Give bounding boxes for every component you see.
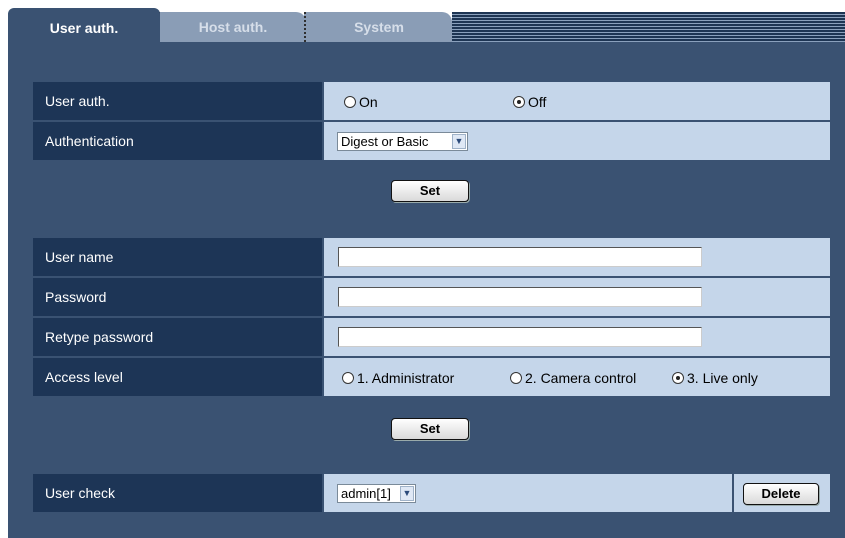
user-check-select[interactable]: admin[1] ▼ (337, 484, 416, 503)
tab-host-auth[interactable]: Host auth. (158, 12, 306, 42)
radio-off-icon (344, 96, 356, 108)
user-auth-on-label: On (359, 94, 378, 110)
user-check-value-cell: admin[1] ▼ (324, 474, 732, 512)
access-level-label: Access level (33, 358, 322, 396)
chevron-down-icon: ▼ (452, 134, 466, 149)
access-level-row: Access level 1. Administrator 2. Camera … (33, 358, 830, 396)
tab-system[interactable]: System (304, 12, 452, 42)
set-button-user[interactable]: Set (391, 418, 469, 440)
chevron-down-icon: ▼ (400, 486, 414, 501)
retype-password-row: Retype password (33, 318, 830, 356)
settings-frame: User auth. Host auth. System User auth. … (0, 0, 845, 538)
authentication-label: Authentication (33, 122, 322, 160)
user-check-label: User check (33, 474, 322, 512)
password-label: Password (33, 278, 322, 316)
retype-password-input[interactable] (338, 327, 702, 347)
radio-off-icon (342, 372, 354, 384)
access-level-live-only-radio[interactable]: 3. Live only (672, 370, 758, 386)
authentication-selected-value: Digest or Basic (341, 134, 429, 149)
password-input[interactable] (338, 287, 702, 307)
tab-user-auth[interactable]: User auth. (8, 8, 160, 44)
user-name-value-cell (324, 238, 830, 276)
retype-password-label: Retype password (33, 318, 322, 356)
authentication-row: Authentication Digest or Basic ▼ (33, 122, 830, 160)
access-level-value-cell: 1. Administrator 2. Camera control 3. Li… (324, 358, 830, 396)
authentication-value-cell: Digest or Basic ▼ (324, 122, 830, 160)
access-level-camera-control-radio[interactable]: 2. Camera control (510, 370, 636, 386)
tab-strip: User auth. Host auth. System (0, 0, 845, 44)
user-check-selected-value: admin[1] (341, 486, 391, 501)
delete-button[interactable]: Delete (743, 483, 819, 505)
user-auth-value-cell: On Off (324, 82, 830, 120)
access-level-administrator-radio[interactable]: 1. Administrator (342, 370, 454, 386)
password-row: Password (33, 278, 830, 316)
user-auth-row: User auth. On Off (33, 82, 830, 120)
user-auth-off-label: Off (528, 94, 547, 110)
radio-on-icon (672, 372, 684, 384)
radio-off-icon (510, 372, 522, 384)
access-level-camera-control-label: 2. Camera control (525, 370, 637, 386)
settings-panel: User auth. On Off Authentication Digest … (8, 42, 845, 538)
retype-password-value-cell (324, 318, 830, 356)
tab-host-auth-label: Host auth. (198, 19, 268, 35)
user-auth-on-radio[interactable]: On (344, 94, 378, 110)
authentication-select[interactable]: Digest or Basic ▼ (337, 132, 468, 151)
user-name-row: User name (33, 238, 830, 276)
access-level-live-only-label: 3. Live only (687, 370, 758, 386)
radio-on-icon (513, 96, 525, 108)
user-auth-label: User auth. (33, 82, 322, 120)
user-check-row: User check admin[1] ▼ Delete (33, 474, 830, 512)
tab-strip-decoration (452, 12, 845, 42)
set-button-auth[interactable]: Set (391, 180, 469, 202)
user-check-delete-cell: Delete (734, 474, 830, 512)
user-auth-off-radio[interactable]: Off (513, 94, 546, 110)
user-name-input[interactable] (338, 247, 702, 267)
access-level-administrator-label: 1. Administrator (357, 370, 455, 386)
user-name-label: User name (33, 238, 322, 276)
password-value-cell (324, 278, 830, 316)
tab-system-label: System (354, 19, 404, 35)
